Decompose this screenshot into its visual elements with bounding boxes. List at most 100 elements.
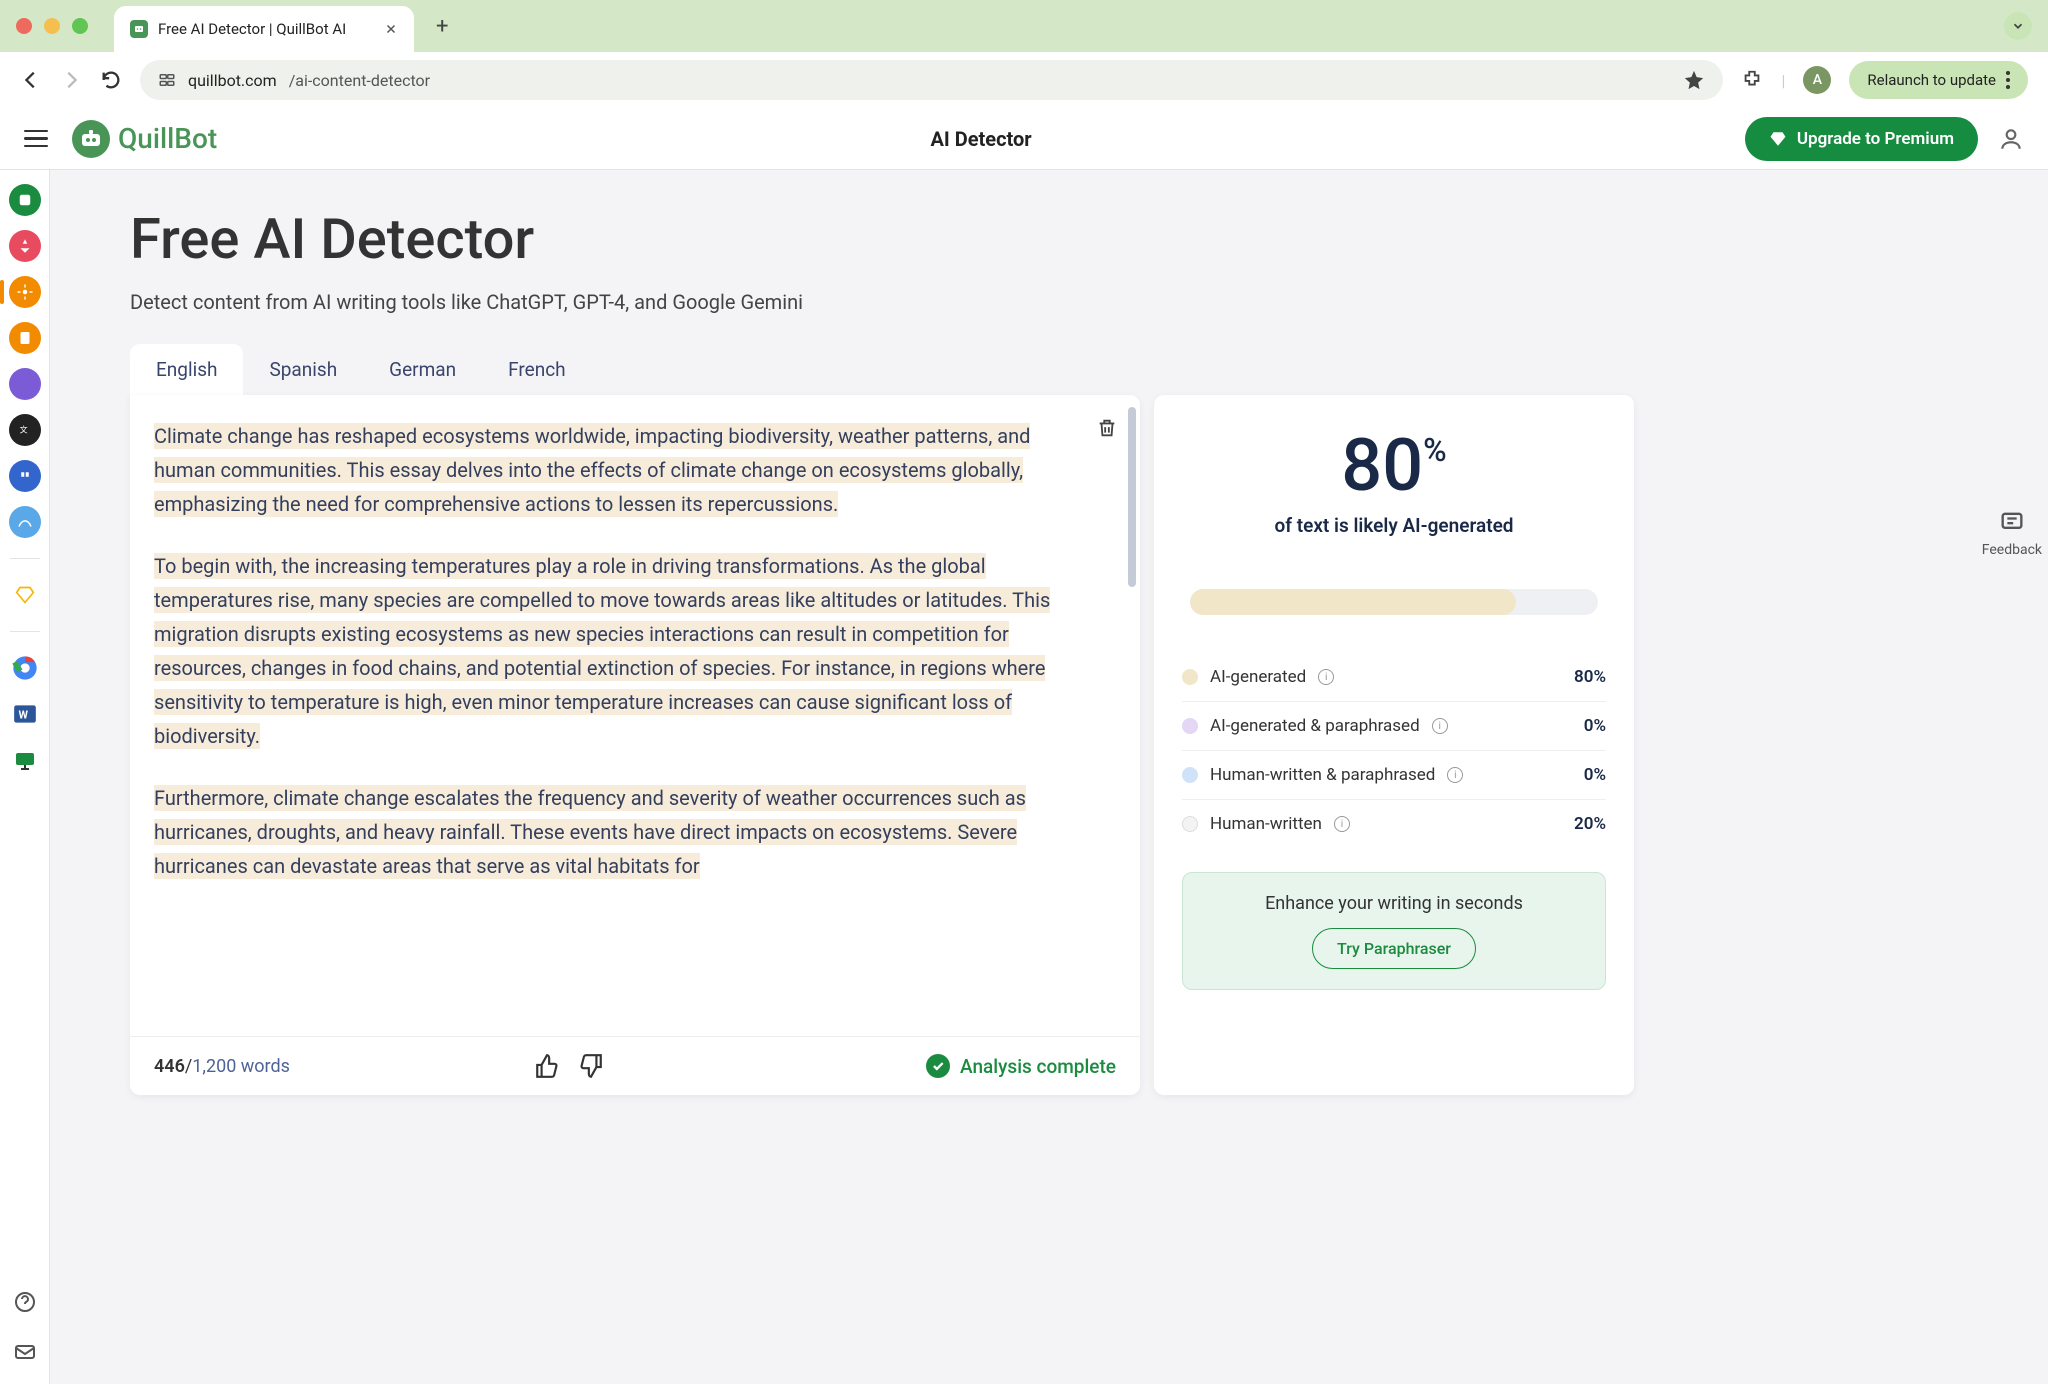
- thumbs-down-icon[interactable]: [578, 1053, 604, 1079]
- score-caption: of text is likely AI-generated: [1182, 514, 1606, 537]
- minimize-window-icon[interactable]: [44, 18, 60, 34]
- feedback-icon: [1998, 508, 2026, 536]
- tab-bar: Free AI Detector | QuillBot AI +: [0, 0, 2048, 52]
- enhance-box: Enhance your writing in seconds Try Para…: [1182, 872, 1606, 990]
- profile-avatar[interactable]: A: [1803, 66, 1831, 94]
- info-icon[interactable]: i: [1318, 669, 1334, 685]
- editor-text-area[interactable]: Climate change has reshaped ecosystems w…: [130, 395, 1140, 1036]
- close-window-icon[interactable]: [16, 18, 32, 34]
- back-button[interactable]: [20, 69, 42, 91]
- tab-german[interactable]: German: [363, 344, 482, 395]
- breakdown-list: AI-generated i 80% AI-generated & paraph…: [1182, 653, 1606, 848]
- maximize-window-icon[interactable]: [72, 18, 88, 34]
- editor-para-1: Climate change has reshaped ecosystems w…: [154, 423, 1030, 517]
- left-rail: 文 W: [0, 170, 50, 1384]
- address-bar: quillbot.com/ai-content-detector | A Rel…: [0, 52, 2048, 108]
- rail-desktop-icon[interactable]: [9, 744, 41, 776]
- rail-citation-icon[interactable]: [9, 460, 41, 492]
- score-bar-fill: [1190, 589, 1516, 615]
- score-block: 80% of text is likely AI-generated: [1182, 423, 1606, 537]
- bookmark-icon[interactable]: [1683, 69, 1705, 91]
- tab-title: Free AI Detector | QuillBot AI: [158, 20, 374, 38]
- dot-icon: [1182, 718, 1198, 734]
- logo[interactable]: QuillBot: [72, 120, 217, 158]
- rail-word-icon[interactable]: W: [9, 698, 41, 730]
- breakdown-row: AI-generated & paraphrased i 0%: [1182, 701, 1606, 750]
- tab-french[interactable]: French: [482, 344, 592, 395]
- breakdown-row: AI-generated i 80%: [1182, 653, 1606, 701]
- svg-text:W: W: [18, 708, 28, 721]
- tab-favicon-icon: [130, 20, 148, 38]
- score-value: 80: [1341, 423, 1423, 508]
- url-path: /ai-content-detector: [289, 71, 430, 90]
- header-title: AI Detector: [930, 127, 1031, 151]
- breakdown-row: Human-written & paraphrased i 0%: [1182, 750, 1606, 799]
- rail-divider: [10, 558, 40, 559]
- extensions-icon[interactable]: [1741, 69, 1763, 91]
- browser-tab[interactable]: Free AI Detector | QuillBot AI: [114, 6, 414, 52]
- language-tabs: English Spanish German French: [130, 344, 1992, 395]
- check-icon: [926, 1054, 950, 1078]
- rail-chrome-icon[interactable]: [9, 652, 41, 684]
- rail-mail-icon[interactable]: [9, 1336, 41, 1368]
- window-controls: [16, 18, 88, 34]
- tab-close-icon[interactable]: [384, 22, 398, 36]
- app-body: QuillBot AI Detector Upgrade to Premium …: [0, 108, 2048, 1384]
- word-count: 446/1,200 words: [154, 1056, 290, 1077]
- dot-icon: [1182, 767, 1198, 783]
- editor-para-3: Furthermore, climate change escalates th…: [154, 785, 1026, 879]
- score-percent-sign: %: [1423, 431, 1447, 469]
- page-subtitle: Detect content from AI writing tools lik…: [130, 290, 1992, 314]
- rail-translator-icon[interactable]: 文: [9, 414, 41, 446]
- diamond-icon: [1769, 130, 1787, 148]
- feedback-thumbs: [534, 1053, 604, 1079]
- url-host: quillbot.com: [188, 71, 277, 90]
- site-settings-icon[interactable]: [158, 71, 176, 89]
- editor-para-2: To begin with, the increasing temperatur…: [154, 553, 1050, 749]
- more-icon: [2006, 71, 2010, 89]
- feedback-button[interactable]: Feedback: [1982, 508, 2042, 558]
- rail-flow-icon[interactable]: [9, 506, 41, 538]
- rail-divider: [10, 631, 40, 632]
- rail-plagiarism-icon[interactable]: [9, 322, 41, 354]
- rail-premium-icon[interactable]: [9, 579, 41, 611]
- editor-footer: 446/1,200 words Analysis complete: [130, 1036, 1140, 1095]
- svg-text:文: 文: [19, 425, 27, 435]
- reload-button[interactable]: [100, 69, 122, 91]
- breakdown-row: Human-written i 20%: [1182, 799, 1606, 848]
- tabs-dropdown-icon[interactable]: [2004, 12, 2032, 40]
- scrollbar[interactable]: [1128, 407, 1136, 587]
- dot-icon: [1182, 669, 1198, 685]
- info-icon[interactable]: i: [1334, 816, 1350, 832]
- url-input[interactable]: quillbot.com/ai-content-detector: [140, 60, 1723, 100]
- thumbs-up-icon[interactable]: [534, 1053, 560, 1079]
- rail-ai-detector-icon[interactable]: [9, 276, 41, 308]
- main-content: Free AI Detector Detect content from AI …: [50, 170, 2048, 1384]
- rail-grammar-icon[interactable]: [9, 230, 41, 262]
- info-icon[interactable]: i: [1447, 767, 1463, 783]
- panels: Climate change has reshaped ecosystems w…: [130, 395, 1992, 1095]
- try-paraphraser-button[interactable]: Try Paraphraser: [1312, 928, 1476, 969]
- score-bar: [1190, 589, 1598, 615]
- new-tab-button[interactable]: +: [436, 14, 448, 39]
- results-panel: 80% of text is likely AI-generated AI-ge…: [1154, 395, 1634, 1095]
- page-title: Free AI Detector: [130, 206, 1992, 272]
- enhance-title: Enhance your writing in seconds: [1203, 893, 1585, 914]
- browser-chrome: Free AI Detector | QuillBot AI + quillbo…: [0, 0, 2048, 108]
- rail-paraphraser-icon[interactable]: [9, 184, 41, 216]
- relaunch-button[interactable]: Relaunch to update: [1849, 61, 2028, 99]
- account-icon[interactable]: [1998, 126, 2024, 152]
- dot-icon: [1182, 816, 1198, 832]
- tab-spanish[interactable]: Spanish: [243, 344, 363, 395]
- rail-summarizer-icon[interactable]: [9, 368, 41, 400]
- upgrade-premium-button[interactable]: Upgrade to Premium: [1745, 117, 1978, 161]
- forward-button[interactable]: [60, 69, 82, 91]
- editor-panel: Climate change has reshaped ecosystems w…: [130, 395, 1140, 1095]
- app-header: QuillBot AI Detector Upgrade to Premium: [0, 108, 2048, 170]
- tab-english[interactable]: English: [130, 344, 243, 395]
- clear-text-icon[interactable]: [1096, 417, 1118, 439]
- rail-help-icon[interactable]: [9, 1286, 41, 1318]
- menu-button[interactable]: [24, 130, 48, 148]
- info-icon[interactable]: i: [1432, 718, 1448, 734]
- logo-text: QuillBot: [118, 122, 217, 155]
